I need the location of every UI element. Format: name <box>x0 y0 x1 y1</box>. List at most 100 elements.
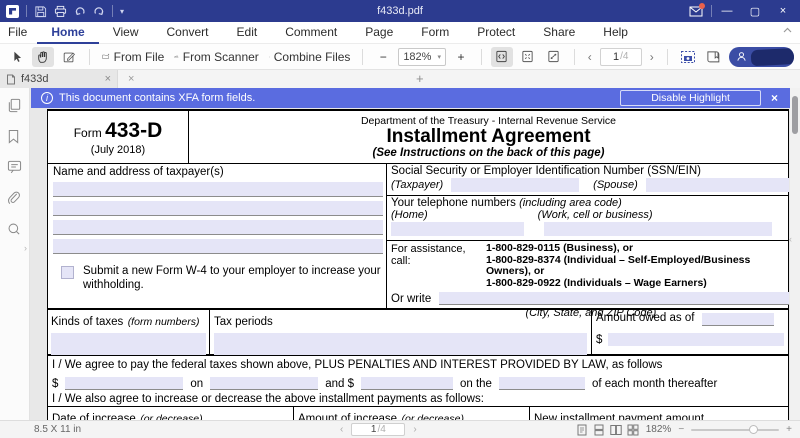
expand-left-panel-icon[interactable]: › <box>24 243 27 253</box>
search-panel-icon[interactable] <box>7 222 23 238</box>
form-title-box: Department of the Treasury - Internal Re… <box>189 111 788 163</box>
tab-label: f433d <box>21 73 49 85</box>
payment-day-field[interactable] <box>498 377 585 390</box>
new-tab-button[interactable]: + <box>416 71 424 86</box>
form-433d: Form 433-D (July 2018) Department of the… <box>47 109 789 420</box>
disable-highlight-button[interactable]: Disable Highlight <box>620 90 761 106</box>
tab-close-icon[interactable]: × <box>105 73 111 85</box>
notifications-mail-icon[interactable] <box>683 0 709 22</box>
redaction-scribble <box>750 47 795 66</box>
pay-dollar: $ <box>52 378 59 390</box>
edit-tool-button[interactable] <box>58 47 80 67</box>
menu-form[interactable]: Form <box>407 22 463 44</box>
user-account-button[interactable] <box>728 46 795 67</box>
status-next-page-button[interactable]: › <box>409 424 420 435</box>
w4-checkbox[interactable] <box>61 266 74 279</box>
status-zoom-in-button[interactable]: + <box>786 424 792 435</box>
select-tool-button[interactable] <box>6 47 28 67</box>
document-tab[interactable]: f433d × <box>0 70 118 88</box>
thumbnails-panel-icon[interactable] <box>7 98 23 114</box>
attachments-panel-icon[interactable] <box>7 191 23 207</box>
hand-tool-button[interactable] <box>32 46 54 67</box>
collapse-ribbon-icon[interactable] <box>783 27 792 33</box>
home-phone-field[interactable] <box>391 222 524 236</box>
tax-periods-field[interactable] <box>214 333 587 355</box>
snapshot-icon[interactable] <box>677 47 699 67</box>
amount-owed-label: Amount owed as of <box>596 312 695 324</box>
kinds-note: (form numbers) <box>127 316 200 328</box>
menu-comment[interactable]: Comment <box>271 22 351 44</box>
next-page-button[interactable]: › <box>646 50 658 64</box>
work-phone-field[interactable] <box>544 222 772 236</box>
or-write-field[interactable] <box>439 292 789 305</box>
taxpayer-name-field-1[interactable] <box>53 182 383 197</box>
payment-amount-field[interactable] <box>65 377 184 390</box>
menu-convert[interactable]: Convert <box>152 22 222 44</box>
form-number-box: Form 433-D (July 2018) <box>48 111 189 163</box>
grid-view-icon[interactable] <box>627 424 639 436</box>
expand-right-panel-icon[interactable]: ‹ <box>789 234 792 244</box>
zoom-slider[interactable] <box>691 424 780 434</box>
minimize-button[interactable]: — <box>714 0 740 22</box>
taxpayer-ssn-field[interactable] <box>451 178 580 192</box>
payment-date-field[interactable] <box>210 377 319 390</box>
amount-owed-field[interactable] <box>608 333 784 346</box>
from-scanner-button[interactable]: From Scanner <box>171 47 262 67</box>
close-button[interactable]: × <box>770 0 796 22</box>
ssn-label: Social Security or Employer Identificati… <box>391 165 701 177</box>
menu-file[interactable]: File <box>0 22 37 44</box>
from-file-button[interactable]: From File <box>99 47 167 67</box>
save-icon[interactable] <box>34 5 47 18</box>
print-icon[interactable] <box>54 5 67 18</box>
pdf-page: Form 433-D (July 2018) Department of the… <box>47 109 789 420</box>
zoom-slider-thumb[interactable] <box>749 424 759 434</box>
taxpayer-name-field-4[interactable] <box>53 239 383 254</box>
menu-edit[interactable]: Edit <box>223 22 272 44</box>
fit-page-button[interactable] <box>517 47 539 67</box>
redo-icon[interactable] <box>93 5 105 17</box>
combine-files-button[interactable]: Combine Files <box>266 47 354 67</box>
read-mode-icon[interactable] <box>703 47 725 67</box>
menu-share[interactable]: Share <box>529 22 589 44</box>
payment-amount-2-field[interactable] <box>360 377 453 390</box>
status-prev-page-button[interactable]: ‹ <box>336 424 347 435</box>
titlebar-divider <box>711 5 712 17</box>
fit-width-button[interactable] <box>490 46 513 67</box>
zoom-level-value: 182% <box>403 50 432 63</box>
maximize-button[interactable]: ▢ <box>742 0 768 22</box>
taxpayer-name-field-2[interactable] <box>53 201 383 216</box>
taxpayer-name-field-3[interactable] <box>53 220 383 235</box>
menu-protect[interactable]: Protect <box>463 22 529 44</box>
menu-help[interactable]: Help <box>589 22 642 44</box>
kinds-of-taxes-field[interactable] <box>51 333 206 355</box>
previous-page-button[interactable]: ‹ <box>584 50 596 64</box>
actual-size-button[interactable] <box>543 47 565 67</box>
status-zoom-out-button[interactable]: − <box>678 424 684 435</box>
amount-owed-date-field[interactable] <box>702 313 775 326</box>
zoom-in-button[interactable]: + <box>450 47 472 67</box>
menu-page[interactable]: Page <box>351 22 407 44</box>
status-page-number-input[interactable]: 1 /4 <box>351 423 406 436</box>
assistance-line-2: 1-800-829-8374 (Individual – Self-Employ… <box>486 253 751 277</box>
continuous-view-icon[interactable] <box>593 424 605 436</box>
bookmarks-panel-icon[interactable] <box>7 129 23 145</box>
scrollbar-thumb[interactable] <box>792 96 798 134</box>
document-icon <box>7 74 15 84</box>
notification-close-icon[interactable]: × <box>761 91 784 105</box>
dollar-sign: $ <box>596 334 603 346</box>
menu-home[interactable]: Home <box>37 22 99 44</box>
zoom-level-select[interactable]: 182% ▾ <box>398 47 446 66</box>
two-page-view-icon[interactable] <box>610 424 622 436</box>
annotations-panel-icon[interactable] <box>7 160 23 176</box>
page-number-input[interactable]: 1 /4 <box>599 47 642 66</box>
zoom-out-button[interactable]: − <box>372 47 394 67</box>
close-all-tabs-icon[interactable]: × <box>128 73 134 85</box>
customize-toolbar-icon[interactable]: ▾ <box>120 7 124 16</box>
single-page-view-icon[interactable] <box>576 424 588 436</box>
spouse-ssn-field[interactable] <box>645 178 789 192</box>
vertical-scrollbar[interactable] <box>790 88 800 420</box>
menu-view[interactable]: View <box>99 22 153 44</box>
status-current-page: 1 <box>370 424 377 435</box>
toolbar-divider <box>362 48 364 65</box>
undo-icon[interactable] <box>74 5 86 17</box>
